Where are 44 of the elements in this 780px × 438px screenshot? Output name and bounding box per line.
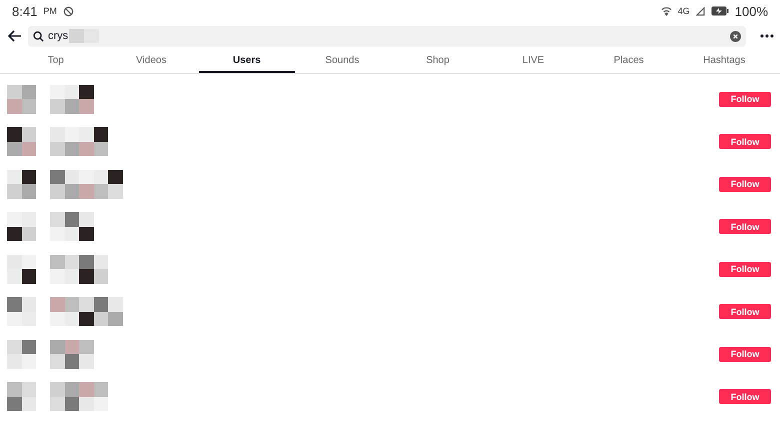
pixelated-username [50, 127, 108, 156]
follow-button[interactable]: Follow [719, 176, 771, 192]
pixelated-avatar [7, 84, 36, 114]
search-tab[interactable]: Videos [104, 50, 199, 73]
search-icon [33, 30, 44, 42]
more-icon[interactable] [760, 34, 774, 38]
pixelated-username [50, 254, 108, 284]
pixelated-avatar [7, 382, 36, 412]
battery-icon [710, 6, 729, 16]
search-text: crys [48, 30, 68, 42]
pixelated-avatar [7, 254, 36, 284]
pixelated-avatar [7, 340, 36, 369]
signal-icon [696, 6, 705, 16]
status-time: 8:41 [12, 4, 38, 18]
wifi-icon [660, 6, 672, 16]
search-tab[interactable]: Places [581, 50, 676, 73]
follow-button[interactable]: Follow [719, 346, 771, 362]
pixelated-avatar [7, 127, 36, 156]
search-tab[interactable]: Top [8, 50, 104, 73]
network-label: 4G [678, 6, 690, 16]
back-arrow-icon[interactable] [8, 30, 22, 42]
clear-icon[interactable] [730, 30, 741, 42]
pixelated-username [50, 212, 94, 242]
battery-percent: 100% [734, 4, 768, 18]
follow-button[interactable]: Follow [719, 389, 771, 404]
search-tab[interactable]: LIVE [486, 50, 581, 73]
pixelated-username [50, 84, 94, 114]
follow-button[interactable]: Follow [719, 262, 771, 277]
follow-button[interactable]: Follow [719, 304, 771, 320]
pixelated-avatar [7, 212, 36, 242]
search-field[interactable]: crys [28, 26, 746, 46]
search-tab[interactable]: Sounds [294, 50, 390, 73]
pixelated-avatar [7, 170, 36, 199]
pixelated-username [50, 382, 108, 412]
follow-button[interactable]: Follow [719, 134, 771, 150]
pixelated-text [69, 29, 100, 43]
search-tab[interactable]: Users [199, 50, 294, 73]
follow-button[interactable]: Follow [719, 92, 771, 107]
search-tab[interactable]: Shop [390, 50, 486, 73]
pixelated-username [50, 340, 94, 369]
pixelated-avatar [7, 297, 36, 326]
follow-button[interactable]: Follow [719, 219, 771, 234]
search-tab[interactable]: Hashtags [676, 50, 772, 73]
status-ampm: PM [43, 6, 57, 16]
